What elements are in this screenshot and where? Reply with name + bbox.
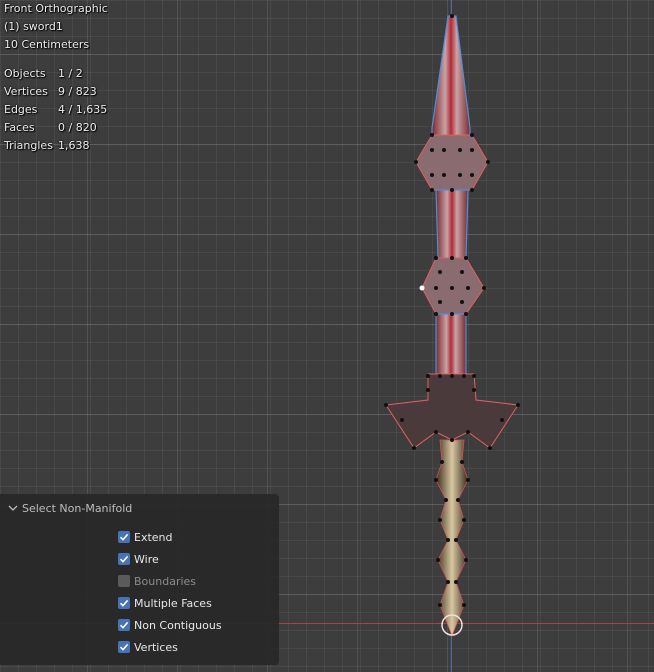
stat-value: 9 / 823 bbox=[58, 85, 97, 98]
option-label: Extend bbox=[134, 530, 173, 544]
grid-scale: 10 Centimeters bbox=[4, 38, 90, 51]
option-non-contiguous[interactable]: Non Contiguous bbox=[118, 617, 222, 633]
view-name: Front Orthographic bbox=[4, 2, 108, 15]
option-extend[interactable]: Extend bbox=[118, 529, 173, 545]
option-multiple-faces[interactable]: Multiple Faces bbox=[118, 595, 212, 611]
blade-tip bbox=[431, 15, 471, 151]
chevron-down-icon[interactable] bbox=[7, 502, 19, 514]
option-vertices[interactable]: Vertices bbox=[118, 639, 178, 655]
stat-value: 4 / 1,635 bbox=[58, 103, 108, 116]
mid-blade bbox=[435, 189, 469, 259]
checkbox-unchecked-icon[interactable] bbox=[118, 575, 130, 587]
stat-objects: Objects 1 / 2 bbox=[4, 65, 108, 83]
stat-vertices: Vertices 9 / 823 bbox=[4, 83, 108, 101]
option-label: Wire bbox=[134, 552, 159, 566]
3d-viewport[interactable]: Front Orthographic (1) sword1 10 Centime… bbox=[0, 0, 654, 672]
viewport-info-overlay: Front Orthographic (1) sword1 10 Centime… bbox=[4, 0, 108, 155]
stat-edges: Edges 4 / 1,635 bbox=[4, 101, 108, 119]
checkbox-checked-icon[interactable] bbox=[118, 597, 130, 609]
option-boundaries[interactable]: Boundaries bbox=[118, 573, 196, 589]
middle-ornament bbox=[421, 257, 485, 315]
option-label: Multiple Faces bbox=[134, 596, 212, 610]
upper-ornament bbox=[415, 134, 489, 191]
option-label: Boundaries bbox=[134, 574, 197, 588]
stat-value: 1 / 2 bbox=[58, 67, 83, 80]
operator-panel-title: Select Non-Manifold bbox=[22, 501, 133, 515]
checkbox-checked-icon[interactable] bbox=[118, 619, 130, 631]
lower-blade bbox=[435, 313, 467, 377]
stat-triangles: Triangles 1,638 bbox=[4, 137, 108, 155]
stat-label: Faces bbox=[4, 121, 35, 134]
checkbox-checked-icon[interactable] bbox=[118, 531, 130, 543]
stat-label: Triangles bbox=[4, 139, 53, 152]
selected-vertex bbox=[419, 285, 425, 291]
stat-value: 1,638 bbox=[58, 139, 90, 152]
checkbox-checked-icon[interactable] bbox=[118, 553, 130, 565]
operator-panel-header[interactable]: Select Non-Manifold bbox=[7, 499, 132, 517]
stat-label: Objects bbox=[4, 67, 46, 80]
checkbox-checked-icon[interactable] bbox=[118, 641, 130, 653]
crossguard bbox=[385, 373, 519, 449]
operator-panel[interactable]: Select Non-Manifold Extend Wire Boundari… bbox=[0, 494, 279, 665]
stat-faces: Faces 0 / 820 bbox=[4, 119, 108, 137]
stat-label: Edges bbox=[4, 103, 38, 116]
object-name: (1) sword1 bbox=[4, 20, 63, 33]
stat-label: Vertices bbox=[4, 85, 48, 98]
option-wire[interactable]: Wire bbox=[118, 551, 159, 567]
option-label: Vertices bbox=[134, 640, 178, 654]
stat-value: 0 / 820 bbox=[58, 121, 97, 134]
option-label: Non Contiguous bbox=[134, 618, 222, 632]
